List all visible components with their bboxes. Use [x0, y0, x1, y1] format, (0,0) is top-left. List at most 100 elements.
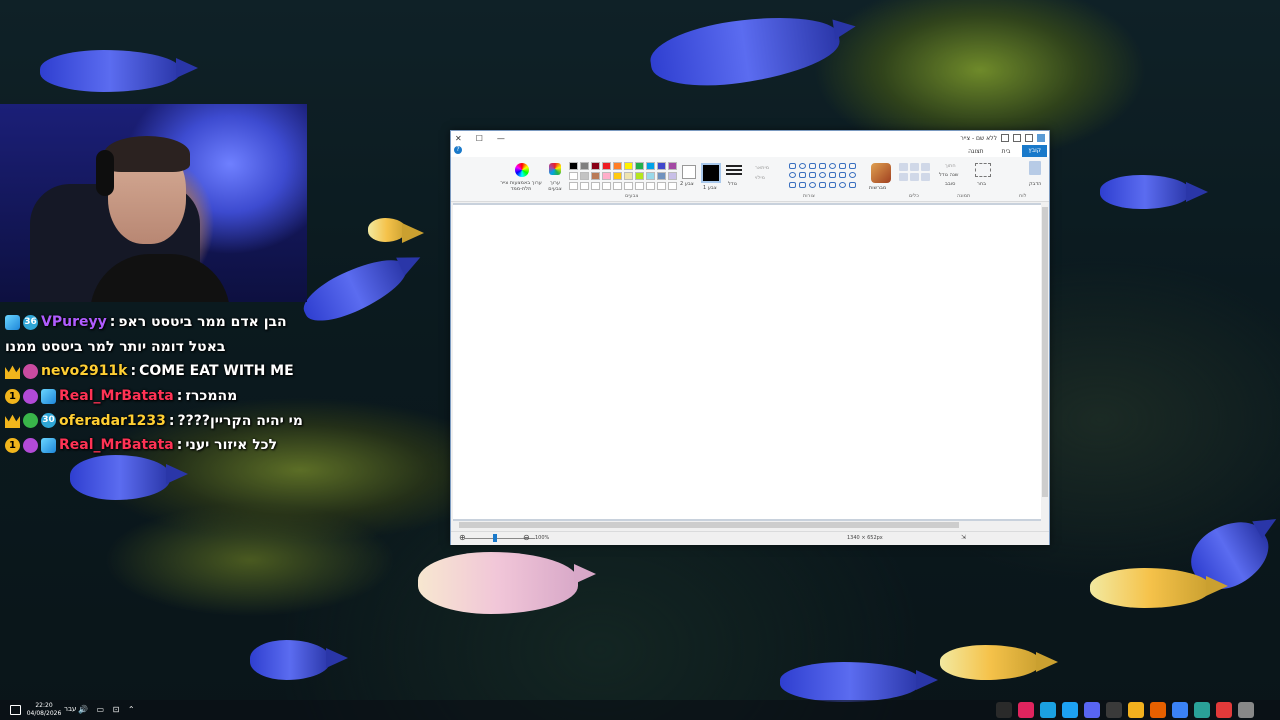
color-swatch[interactable]	[646, 172, 655, 180]
close-icon[interactable]: ✕	[455, 134, 462, 143]
shape-item[interactable]	[839, 172, 846, 179]
color-swatch[interactable]	[624, 162, 633, 170]
shape-item[interactable]	[799, 163, 806, 169]
resize-grip-icon[interactable]: ⇲	[961, 534, 966, 541]
color-swatch[interactable]	[569, 172, 578, 180]
color-swatch[interactable]	[668, 182, 677, 190]
tools-gallery[interactable]	[899, 163, 930, 181]
color-swatch[interactable]	[602, 162, 611, 170]
vertical-scroll-thumb[interactable]	[1042, 207, 1048, 497]
maximize-icon[interactable]: ☐	[476, 134, 483, 143]
tab-home[interactable]: בית	[996, 148, 1017, 155]
shape-item[interactable]	[789, 181, 796, 188]
taskbar-app-icon[interactable]	[1128, 702, 1144, 718]
fill-tool-icon[interactable]	[910, 163, 919, 171]
color-swatch[interactable]	[646, 182, 655, 190]
eraser-tool-icon[interactable]	[899, 173, 908, 181]
color-swatch[interactable]	[668, 162, 677, 170]
shape-item[interactable]	[789, 172, 796, 179]
color-swatch[interactable]	[602, 172, 611, 180]
color-swatch[interactable]	[591, 182, 600, 190]
taskbar-app-icon[interactable]	[1106, 702, 1122, 718]
shape-item[interactable]	[819, 172, 826, 179]
notification-icon[interactable]	[10, 705, 21, 715]
color1-button[interactable]	[701, 163, 721, 183]
system-clock[interactable]: 22:20 04/08/2026	[24, 702, 64, 718]
paste-icon[interactable]	[1029, 161, 1041, 175]
shapes-gallery[interactable]	[789, 163, 859, 189]
drawing-canvas[interactable]	[453, 205, 1041, 519]
shape-item[interactable]	[819, 163, 826, 169]
color-swatch[interactable]	[624, 172, 633, 180]
undo-icon[interactable]	[1001, 134, 1009, 142]
color-picker-icon[interactable]	[910, 173, 919, 181]
color-swatch[interactable]	[602, 182, 611, 190]
color-swatch[interactable]	[580, 162, 589, 170]
color-swatch[interactable]	[569, 162, 578, 170]
shape-item[interactable]	[809, 163, 816, 169]
taskbar-app-icon[interactable]	[1238, 702, 1254, 718]
zoom-slider-thumb[interactable]	[493, 534, 497, 542]
color-swatch[interactable]	[635, 172, 644, 180]
taskbar-app-icon[interactable]	[1084, 702, 1100, 718]
edit-colors-icon[interactable]	[549, 163, 561, 175]
taskbar-app-icon[interactable]	[1216, 702, 1232, 718]
shape-item[interactable]	[799, 181, 806, 188]
color-swatch[interactable]	[657, 162, 666, 170]
taskbar-app-icon[interactable]	[1040, 702, 1056, 718]
brushes-icon[interactable]	[871, 163, 891, 183]
select-icon[interactable]	[975, 163, 991, 177]
horizontal-scroll-thumb[interactable]	[459, 522, 959, 528]
shape-item[interactable]	[789, 163, 796, 169]
help-icon[interactable]: ?	[454, 146, 462, 154]
shape-item[interactable]	[829, 163, 836, 169]
taskbar-app-icon[interactable]	[1150, 702, 1166, 718]
taskbar-app-icon[interactable]	[996, 702, 1012, 718]
color-swatch[interactable]	[646, 162, 655, 170]
color2-button[interactable]	[682, 165, 696, 179]
outline-label[interactable]: מיתאר	[755, 165, 769, 171]
color-swatch[interactable]	[591, 162, 600, 170]
size-icon[interactable]	[726, 165, 742, 179]
shape-item[interactable]	[809, 181, 816, 188]
shape-item[interactable]	[839, 181, 846, 188]
color-swatch[interactable]	[624, 182, 633, 190]
fill-label[interactable]: מילוי	[755, 175, 765, 181]
shape-item[interactable]	[829, 181, 836, 188]
system-tray[interactable]: 🔊 ▭ ⊡ ⌃	[78, 705, 138, 714]
minimize-icon[interactable]: —	[497, 134, 505, 143]
save-icon[interactable]	[1025, 134, 1033, 142]
language-indicator[interactable]: עבר	[64, 705, 76, 713]
color-swatch[interactable]	[569, 182, 578, 190]
shape-item[interactable]	[849, 163, 856, 169]
shape-item[interactable]	[839, 163, 846, 169]
color-swatch[interactable]	[635, 162, 644, 170]
color-swatch[interactable]	[580, 172, 589, 180]
color-swatch[interactable]	[668, 172, 677, 180]
crop-label[interactable]: חתוך	[945, 163, 956, 169]
color-swatch[interactable]	[657, 182, 666, 190]
taskbar-app-icon[interactable]	[1194, 702, 1210, 718]
color-swatch[interactable]	[657, 172, 666, 180]
pencil-tool-icon[interactable]	[921, 163, 930, 171]
color-swatch[interactable]	[613, 172, 622, 180]
shape-item[interactable]	[799, 172, 806, 179]
taskbar-app-icon[interactable]	[1172, 702, 1188, 718]
shape-item[interactable]	[819, 181, 826, 188]
color-swatch[interactable]	[635, 182, 644, 190]
magnifier-icon[interactable]	[921, 173, 930, 181]
shape-item[interactable]	[849, 181, 856, 188]
resize-label[interactable]: שנה גודל	[939, 172, 958, 178]
rotate-label[interactable]: סובב	[945, 181, 955, 187]
horizontal-scrollbar[interactable]	[455, 521, 1039, 529]
shape-item[interactable]	[829, 172, 836, 179]
zoom-out-icon[interactable]: ⊖	[523, 533, 530, 542]
color-swatch[interactable]	[580, 182, 589, 190]
tab-file[interactable]: קובץ	[1022, 145, 1047, 157]
shape-item[interactable]	[849, 172, 856, 179]
text-tool-icon[interactable]	[899, 163, 908, 171]
taskbar-app-icon[interactable]	[1018, 702, 1034, 718]
title-bar[interactable]: ✕ ☐ — ללא שם - צייר	[451, 131, 1049, 145]
vertical-scrollbar[interactable]	[1041, 203, 1049, 521]
paint-window[interactable]: ✕ ☐ — ללא שם - צייר ? תצוגה בית קובץ ערו…	[450, 130, 1050, 545]
